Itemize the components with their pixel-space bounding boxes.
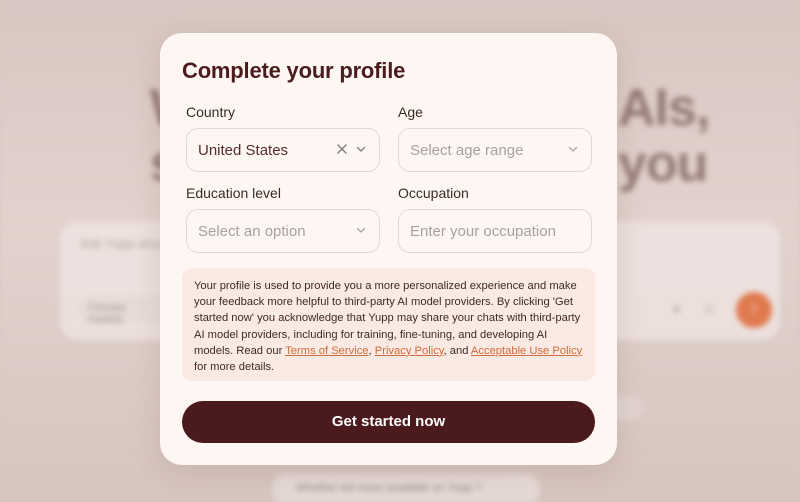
age-placeholder: Select age range [410,141,524,159]
background-bottom-chip: Whether tell more available on Yupp ? [272,474,540,502]
get-started-button[interactable]: Get started now [182,401,595,443]
age-select[interactable]: Select age range [398,128,592,172]
bg-headline-right-2: you [618,135,708,193]
consent-notice: Your profile is used to provide you a mo… [182,268,595,381]
attach-icon: ⌂ [704,300,714,317]
tool-icon: + [672,302,682,319]
send-icon: ↑ [736,292,772,328]
age-label: Age [398,104,423,120]
bg-headline-right-1: AIs, [618,79,710,137]
education-placeholder: Select an option [198,222,306,240]
privacy-policy-link[interactable]: Privacy Policy [375,345,444,357]
country-select[interactable]: United States [186,128,380,172]
occupation-label: Occupation [398,185,469,201]
close-icon[interactable] [335,142,349,156]
chevron-down-icon [356,227,366,233]
notice-text-2: for more details. [194,361,275,374]
chevron-down-icon [568,146,578,152]
modal-title: Complete your profile [182,58,406,83]
country-label: Country [186,104,236,120]
education-select[interactable]: Select an option [186,209,380,253]
country-value: United States [198,141,289,159]
profile-modal: Complete your profile Country United Sta… [160,33,617,465]
terms-of-service-link[interactable]: Terms of Service [285,345,368,357]
notice-sep-2: , and [443,344,471,357]
occupation-input[interactable] [410,222,580,240]
occupation-field[interactable] [398,209,592,253]
chevron-down-icon [356,146,366,152]
acceptable-use-policy-link[interactable]: Acceptable Use Policy [471,345,582,357]
education-label: Education level [186,185,281,201]
